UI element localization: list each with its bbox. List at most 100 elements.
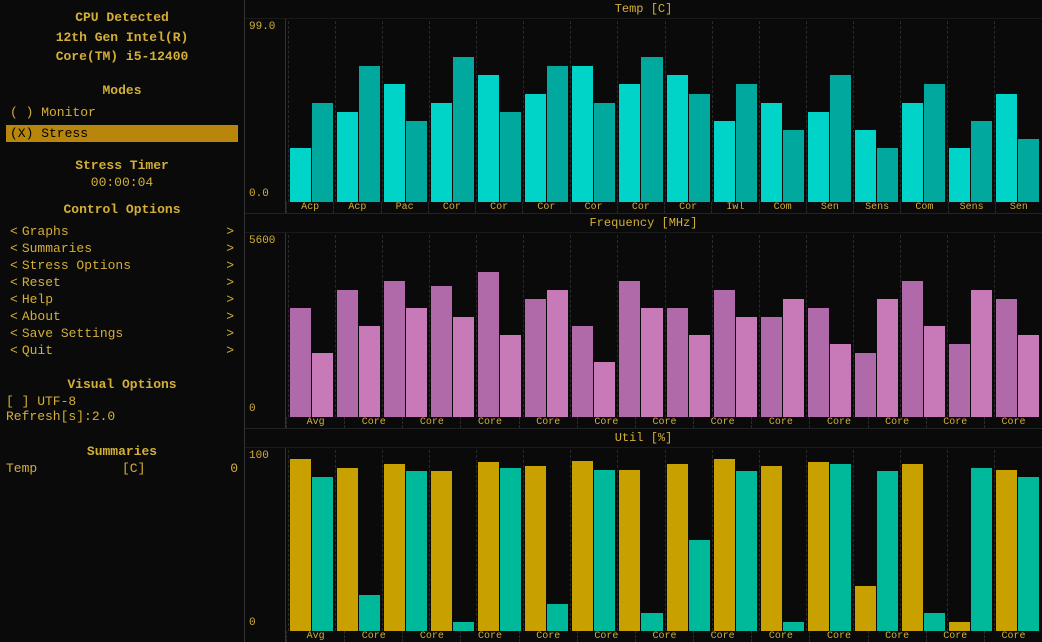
control-item-about[interactable]: < About >: [6, 308, 238, 325]
bar-4-1: [500, 335, 521, 417]
temp-cols-header: AcpAcpPacCorCorCorCorCorCorIwlComSenSens…: [285, 202, 1042, 213]
temp-y-min: 0.0: [249, 188, 281, 200]
bar-9-1: [736, 317, 757, 417]
bar-3-0: [431, 471, 452, 631]
col-label-10: Com: [759, 202, 806, 213]
temp-chart-section: Temp [C] 99.0 0.0 AcpAcpPacCorCorCorCorC…: [245, 0, 1042, 214]
bar-11-0: [808, 112, 829, 203]
col-label-5: Core: [577, 631, 635, 642]
bar-8-0: [667, 464, 688, 631]
control-item-graphs[interactable]: < Graphs >: [6, 223, 238, 240]
bar-group-7: [617, 235, 663, 416]
col-label-7: Core: [693, 631, 751, 642]
bar-group-8: [665, 21, 711, 202]
bar-group-13: [900, 235, 946, 416]
bar-4-0: [478, 462, 499, 631]
bar-9-0: [714, 121, 735, 203]
col-label-4: Core: [519, 631, 577, 642]
col-label-5: Core: [577, 417, 635, 428]
bar-group-3: [429, 21, 475, 202]
bar-group-1: [335, 235, 381, 416]
bar-14-1: [971, 290, 992, 417]
control-item-quit[interactable]: < Quit >: [6, 342, 238, 359]
col-label-12: Core: [984, 631, 1042, 642]
bar-12-0: [855, 353, 876, 416]
freq-chart-section: Frequency [MHz] 5600 0 AvgCoreCoreCoreCo…: [245, 214, 1042, 428]
bar-6-1: [594, 470, 615, 631]
freq-cols-header: AvgCoreCoreCoreCoreCoreCoreCoreCoreCoreC…: [285, 417, 1042, 428]
bar-group-8: [665, 235, 711, 416]
bar-10-1: [783, 130, 804, 203]
bar-group-10: [759, 21, 805, 202]
control-item-reset[interactable]: < Reset >: [6, 274, 238, 291]
col-label-0: Avg: [286, 631, 344, 642]
col-label-12: Sens: [853, 202, 900, 213]
col-label-4: Core: [519, 417, 577, 428]
bar-group-9: [712, 21, 758, 202]
bar-11-1: [830, 464, 851, 631]
bar-5-1: [547, 604, 568, 631]
bar-8-1: [689, 94, 710, 203]
bar-5-1: [547, 290, 568, 417]
bar-10-1: [783, 622, 804, 631]
col-label-8: Cor: [664, 202, 711, 213]
bar-8-1: [689, 335, 710, 417]
bar-1-1: [359, 66, 380, 202]
bar-7-0: [619, 470, 640, 631]
bar-1-1: [359, 326, 380, 417]
bar-10-0: [761, 103, 782, 203]
bar-12-0: [855, 586, 876, 631]
control-item-help[interactable]: < Help >: [6, 291, 238, 308]
bar-4-0: [478, 75, 499, 202]
bar-group-13: [900, 450, 946, 631]
col-label-1: Core: [344, 631, 402, 642]
bar-5-0: [525, 466, 546, 631]
utf8-option[interactable]: [ ] UTF-8: [6, 394, 238, 409]
bar-6-0: [572, 461, 593, 631]
bar-group-12: [853, 235, 899, 416]
bar-2-1: [406, 121, 427, 203]
bar-group-2: [382, 450, 428, 631]
bar-group-15: [994, 450, 1040, 631]
bar-14-0: [949, 344, 970, 417]
control-item-summaries[interactable]: < Summaries >: [6, 240, 238, 257]
bar-5-1: [547, 66, 568, 202]
col-label-8: Core: [751, 417, 809, 428]
mode-monitor[interactable]: ( ) Monitor: [6, 104, 238, 121]
bar-8-0: [667, 75, 688, 202]
temp-value: 0: [230, 461, 238, 476]
bar-11-0: [808, 462, 829, 631]
bar-14-1: [971, 468, 992, 631]
col-label-9: Core: [809, 417, 867, 428]
mode-stress[interactable]: (X) Stress: [6, 125, 238, 142]
control-item-save-settings[interactable]: < Save Settings >: [6, 325, 238, 342]
bar-3-1: [453, 57, 474, 202]
bar-group-14: [947, 450, 993, 631]
col-label-9: Iwl: [711, 202, 758, 213]
bar-2-1: [406, 308, 427, 417]
bar-7-1: [641, 613, 662, 631]
col-label-6: Core: [635, 631, 693, 642]
bar-0-1: [312, 353, 333, 416]
control-item-stress-options[interactable]: < Stress Options >: [6, 257, 238, 274]
bar-12-1: [877, 471, 898, 631]
bar-10-1: [783, 299, 804, 417]
bar-2-0: [384, 84, 405, 202]
bar-7-0: [619, 281, 640, 417]
bar-group-6: [570, 235, 616, 416]
bar-group-2: [382, 21, 428, 202]
bar-8-0: [667, 308, 688, 417]
bar-15-1: [1018, 139, 1039, 202]
bar-3-1: [453, 622, 474, 631]
col-label-8: Core: [751, 631, 809, 642]
bar-15-0: [996, 470, 1017, 631]
bar-1-1: [359, 595, 380, 631]
summaries-header: Summaries: [6, 444, 238, 459]
bar-15-0: [996, 94, 1017, 203]
bar-group-9: [712, 450, 758, 631]
temp-y-max: 99.0: [249, 21, 281, 33]
bar-group-12: [853, 21, 899, 202]
bar-group-3: [429, 235, 475, 416]
bar-group-15: [994, 21, 1040, 202]
bar-9-0: [714, 459, 735, 631]
